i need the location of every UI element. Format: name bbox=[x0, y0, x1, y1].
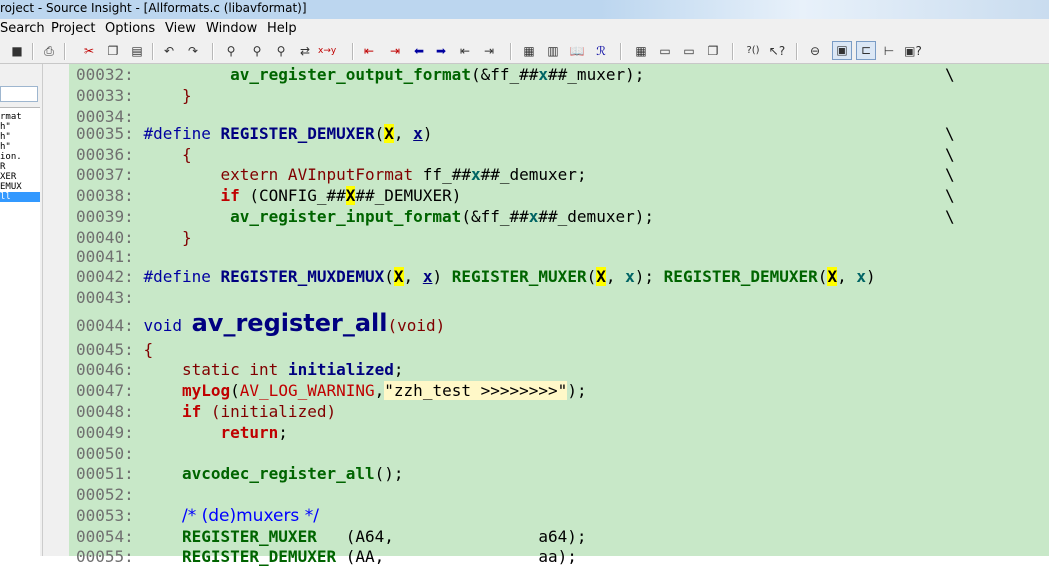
code-line-45: 00045: { bbox=[76, 340, 154, 359]
window-icon[interactable]: ▭ bbox=[656, 42, 674, 60]
code-line-35: 00035: #define REGISTER_DEMUXER(X, x) bbox=[76, 124, 433, 143]
code-line-53: 00053: /* (de)muxers */ bbox=[76, 506, 319, 526]
browse-project-icon[interactable]: ▦ bbox=[520, 42, 538, 60]
list-item[interactable]: EMUX bbox=[0, 182, 40, 192]
context-window-icon[interactable]: ▣ bbox=[832, 41, 852, 60]
code-line-38: 00038: if (CONFIG_##X##_DEMUXER) bbox=[76, 186, 462, 205]
panel-icon[interactable]: ▭ bbox=[680, 42, 698, 60]
lookup-icon[interactable]: 📖 bbox=[568, 42, 586, 60]
replace-icon[interactable]: ⇄ bbox=[296, 42, 314, 60]
tile-icon[interactable]: ❐ bbox=[704, 42, 722, 60]
code-line-48: 00048: if (initialized) bbox=[76, 402, 337, 421]
layout-icon[interactable]: ▦ bbox=[632, 42, 650, 60]
code-line-33: 00033: } bbox=[76, 86, 192, 105]
symbol-window: rmat h" h" h" ion. R XER EMUX ll bbox=[0, 64, 42, 557]
code-line-32: 00032: av_register_output_format(&ff_##x… bbox=[76, 65, 645, 84]
browse-file-icon[interactable]: ▥ bbox=[544, 42, 562, 60]
toolbar: ■ ⎙ ✂ ❐ ▤ ↶ ↷ ⚲ ⚲ ⚲ ⇄ x→y ⇤ ⇥ ⬅ ➡ ⇤ ⇥ ▦ … bbox=[0, 39, 1049, 64]
code-line-51: 00051: avcodec_register_all(); bbox=[76, 464, 404, 483]
code-line-54: 00054: REGISTER_MUXER (A64, a64); bbox=[76, 527, 587, 546]
list-item[interactable]: XER bbox=[0, 172, 40, 182]
code-editor[interactable]: 00032: av_register_output_format(&ff_##x… bbox=[69, 64, 1049, 566]
code-line-43: 00043: bbox=[76, 288, 134, 307]
undo-icon[interactable]: ↶ bbox=[160, 42, 178, 60]
list-item[interactable]: h" bbox=[0, 122, 40, 132]
bookmark-next-icon[interactable]: ⇥ bbox=[386, 42, 404, 60]
menu-help[interactable]: Help bbox=[267, 21, 297, 36]
menu-bar: Search Project Options View Window Help bbox=[0, 19, 1049, 39]
code-line-49: 00049: return; bbox=[76, 423, 288, 442]
list-item-selected[interactable]: ll bbox=[0, 192, 40, 202]
print-icon[interactable]: ⎙ bbox=[40, 42, 58, 60]
forward-icon[interactable]: ➡ bbox=[432, 42, 450, 60]
code-line-44: 00044: void av_register_all(void) bbox=[76, 309, 446, 337]
reference-icon[interactable]: ℛ bbox=[592, 42, 610, 60]
menu-view[interactable]: View bbox=[165, 21, 196, 36]
save-icon[interactable]: ■ bbox=[8, 42, 26, 60]
back-icon[interactable]: ⬅ bbox=[410, 42, 428, 60]
search-icon[interactable]: ⚲ bbox=[222, 42, 240, 60]
code-line-37: 00037: extern AVInputFormat ff_##x##_dem… bbox=[76, 165, 587, 184]
help-book-icon[interactable]: ▣? bbox=[904, 42, 922, 60]
paste-icon[interactable]: ▤ bbox=[128, 42, 146, 60]
code-line-47: 00047: myLog(AV_LOG_WARNING,"zzh_test >>… bbox=[76, 381, 587, 400]
relation-window-icon[interactable]: ⊏ bbox=[856, 41, 876, 60]
code-line-40: 00040: } bbox=[76, 228, 192, 247]
redo-icon[interactable]: ↷ bbox=[184, 42, 202, 60]
list-item[interactable]: h" bbox=[0, 142, 40, 152]
panel-splitter[interactable] bbox=[42, 64, 69, 556]
symbol-info-icon[interactable]: ?() bbox=[744, 42, 762, 60]
outline-icon[interactable]: ⊢ bbox=[880, 42, 898, 60]
list-item[interactable]: rmat bbox=[0, 112, 40, 122]
code-line-42: 00042: #define REGISTER_MUXDEMUX(X, x) R… bbox=[76, 267, 876, 286]
code-line-39: 00039: av_register_input_format(&ff_##x#… bbox=[76, 207, 654, 226]
code-line-50: 00050: bbox=[76, 444, 134, 463]
context-help-icon[interactable]: ↖? bbox=[768, 42, 786, 60]
list-item[interactable]: ion. bbox=[0, 152, 40, 162]
window-title: roject - Source Insight - [Allformats.c … bbox=[0, 1, 307, 15]
menu-options[interactable]: Options bbox=[105, 21, 155, 36]
code-line-46: 00046: static int initialized; bbox=[76, 360, 404, 379]
title-bar: roject - Source Insight - [Allformats.c … bbox=[0, 0, 1049, 19]
jump-icon[interactable]: ⇤ bbox=[456, 42, 474, 60]
jump-def-icon[interactable]: ⇥ bbox=[480, 42, 498, 60]
code-line-55: 00055: REGISTER_DEMUXER (AA, aa); bbox=[76, 547, 577, 566]
menu-window[interactable]: Window bbox=[206, 21, 257, 36]
menu-search[interactable]: Search bbox=[0, 21, 45, 36]
symbol-filter-input[interactable] bbox=[0, 86, 38, 102]
code-line-36: 00036: { bbox=[76, 145, 192, 164]
list-item[interactable]: R bbox=[0, 162, 40, 172]
symbol-list: rmat h" h" h" ion. R XER EMUX ll bbox=[0, 107, 40, 557]
toggle-icon[interactable]: ⊖ bbox=[806, 42, 824, 60]
copy-icon[interactable]: ❐ bbox=[104, 42, 122, 60]
cut-icon[interactable]: ✂ bbox=[80, 42, 98, 60]
code-line-41: 00041: bbox=[76, 247, 134, 266]
code-line-52: 00052: bbox=[76, 485, 134, 504]
menu-project[interactable]: Project bbox=[51, 21, 95, 36]
search-backward-icon[interactable]: ⚲ bbox=[248, 42, 266, 60]
bookmark-prev-icon[interactable]: ⇤ bbox=[360, 42, 378, 60]
replace-xy-icon[interactable]: x→y bbox=[318, 42, 336, 60]
list-item[interactable]: h" bbox=[0, 132, 40, 142]
search-forward-icon[interactable]: ⚲ bbox=[272, 42, 290, 60]
